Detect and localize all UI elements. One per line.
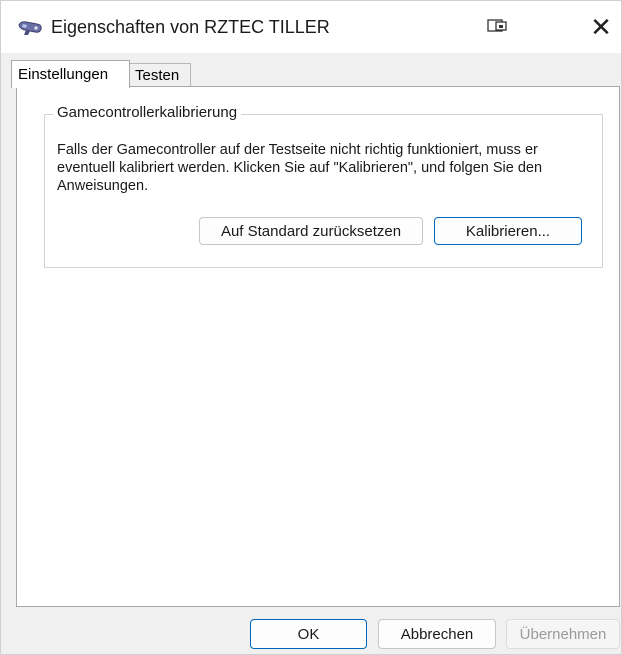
- tab-label: Testen: [135, 67, 180, 84]
- window-title: Eigenschaften von RZTEC TILLER: [51, 17, 330, 37]
- calibration-description: Falls der Gamecontroller auf der Testsei…: [57, 142, 543, 194]
- tab-testen[interactable]: Testen: [128, 63, 191, 87]
- ok-button[interactable]: OK: [250, 619, 367, 649]
- reset-defaults-button[interactable]: Auf Standard zurücksetzen: [199, 217, 423, 245]
- calibrate-button[interactable]: Kalibrieren...: [434, 217, 582, 245]
- title-bar: Eigenschaften von RZTEC TILLER ✕: [1, 1, 621, 53]
- dialog-window: Eigenschaften von RZTEC TILLER ✕ Einstel…: [0, 0, 622, 655]
- calibration-group: Gamecontrollerkalibrierung Falls der Gam…: [44, 104, 603, 268]
- apply-button[interactable]: Übernehmen: [506, 619, 620, 649]
- tab-einstellungen[interactable]: Einstellungen: [11, 60, 130, 88]
- restore-icon[interactable]: [487, 18, 509, 34]
- group-title: Gamecontrollerkalibrierung: [53, 104, 242, 121]
- tab-panel-einstellungen: Gamecontrollerkalibrierung Falls der Gam…: [16, 86, 620, 607]
- close-icon: ✕: [590, 13, 612, 43]
- close-button[interactable]: ✕: [585, 11, 617, 45]
- gamepad-icon: [18, 21, 42, 35]
- tab-label: Einstellungen: [18, 66, 109, 83]
- cancel-button[interactable]: Abbrechen: [378, 619, 496, 649]
